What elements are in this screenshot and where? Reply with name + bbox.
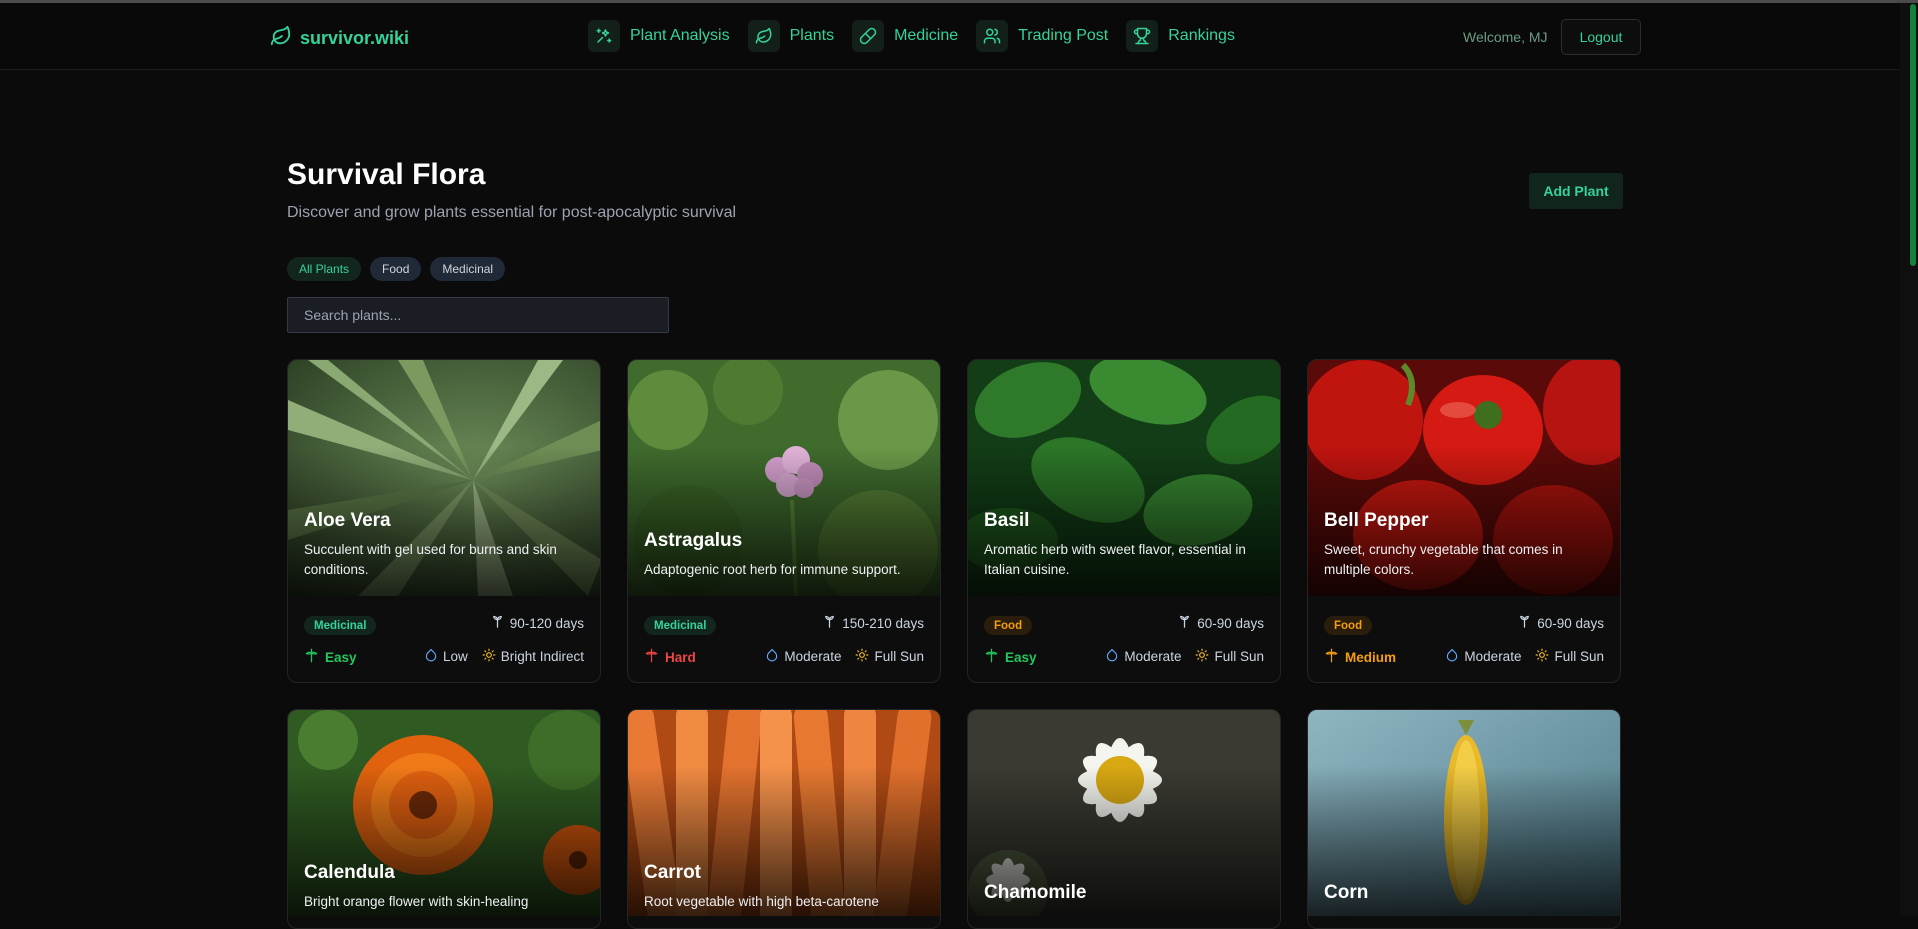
nav-plants[interactable]: Plants [747, 19, 835, 53]
page-title: Survival Flora [287, 158, 486, 191]
sun-icon [1535, 648, 1549, 665]
plant-description: Sweet, crunchy vegetable that comes in m… [1324, 542, 1563, 577]
plant-description: Adaptogenic root herb for immune support… [644, 562, 901, 577]
water-drop-icon [765, 648, 779, 665]
water-drop-icon [1445, 648, 1459, 665]
water-drop-icon [1105, 648, 1119, 665]
water-level: Moderate [1464, 649, 1522, 664]
nav-rankings[interactable]: Rankings [1126, 19, 1235, 53]
nav-plant-analysis[interactable]: Plant Analysis [588, 19, 730, 53]
plant-name: Basil [984, 510, 1030, 531]
nav-trading-post[interactable]: Trading Post [976, 19, 1108, 53]
nav-label: Medicine [894, 27, 959, 44]
plant-description: Aromatic herb with sweet flavor, essenti… [984, 542, 1246, 577]
main-nav: Plant Analysis Plants Medicine Trading P… [588, 19, 1235, 53]
add-plant-button[interactable]: Add Plant [1529, 173, 1623, 209]
sun-requirement: Full Sun [1214, 649, 1264, 664]
plant-name: Corn [1324, 882, 1369, 903]
difficulty-label: Hard [665, 649, 696, 665]
scrollbar-thumb[interactable] [1910, 4, 1916, 266]
search-input[interactable] [287, 297, 669, 333]
filter-all-plants[interactable]: All Plants [287, 257, 362, 281]
plant-card-carrot[interactable]: Carrot Root vegetable with high beta-car… [627, 709, 941, 929]
category-tag: Food [1324, 616, 1373, 635]
brand-name: survivor.wiki [300, 28, 410, 48]
sun-icon [855, 648, 869, 665]
water-level: Low [442, 649, 468, 664]
plant-card-aloe-vera[interactable]: Aloe Vera Succulent with gel used for bu… [287, 359, 601, 683]
pill-icon [852, 20, 885, 52]
filter-medicinal[interactable]: Medicinal [430, 257, 506, 281]
plant-description: Succulent with gel used for burns and sk… [304, 542, 557, 577]
water-level: Moderate [1124, 649, 1182, 664]
sun-icon [482, 648, 496, 665]
difficulty-icon [304, 648, 319, 666]
plant-image: Astragalus Adaptogenic root herb for imm… [628, 360, 940, 596]
plant-card-chamomile[interactable]: Chamomile [967, 709, 1281, 929]
plant-description: Root vegetable with high beta-carotene [644, 894, 879, 909]
logout-button[interactable]: Logout [1561, 19, 1641, 55]
plant-image: Chamomile [968, 710, 1280, 916]
plant-image: Basil Aromatic herb with sweet flavor, e… [968, 360, 1280, 596]
top-navbar: survivor.wiki Plant Analysis Plants Medi… [0, 3, 1900, 70]
plant-card-bell-pepper[interactable]: Bell Pepper Sweet, crunchy vegetable tha… [1307, 359, 1621, 683]
difficulty-icon [984, 648, 999, 666]
sprout-icon [1517, 614, 1532, 632]
plant-name: Aloe Vera [304, 510, 391, 531]
plant-description: Bright orange flower with skin-healing [304, 894, 529, 909]
page-subtitle: Discover and grow plants essential for p… [287, 204, 737, 221]
sprout-icon [490, 614, 505, 632]
trophy-icon [1126, 20, 1159, 52]
plant-card-calendula[interactable]: Calendula Bright orange flower with skin… [287, 709, 601, 929]
leaf-icon [747, 20, 780, 52]
difficulty-icon [644, 648, 659, 666]
grow-time: 90-120 days [509, 615, 584, 631]
users-icon [976, 20, 1009, 52]
welcome-text: Welcome, MJ [1463, 29, 1548, 45]
plant-name: Chamomile [984, 882, 1087, 903]
sprout-icon [1177, 614, 1192, 632]
plant-image: Aloe Vera Succulent with gel used for bu… [288, 360, 600, 596]
difficulty-label: Easy [1005, 649, 1037, 665]
leaf-icon [270, 25, 292, 52]
difficulty-label: Easy [325, 649, 357, 665]
nav-label: Plant Analysis [630, 27, 730, 44]
plant-name: Bell Pepper [1324, 510, 1429, 531]
grow-time: 150-210 days [842, 615, 924, 631]
plant-image: Calendula Bright orange flower with skin… [288, 710, 600, 916]
plant-image: Bell Pepper Sweet, crunchy vegetable tha… [1308, 360, 1620, 596]
sparkles-icon [588, 20, 620, 52]
grow-time: 60-90 days [1197, 615, 1264, 631]
plant-name: Carrot [644, 862, 702, 883]
nav-label: Trading Post [1018, 27, 1109, 44]
category-tag: Medicinal [644, 616, 717, 635]
water-level: Moderate [784, 649, 842, 664]
nav-medicine[interactable]: Medicine [852, 19, 958, 53]
difficulty-icon [1324, 648, 1339, 666]
water-drop-icon [424, 648, 438, 665]
plant-name: Calendula [304, 862, 395, 883]
filter-food[interactable]: Food [370, 257, 422, 281]
category-tag: Medicinal [304, 616, 377, 635]
nav-label: Plants [789, 27, 835, 44]
plant-card-corn[interactable]: Corn [1307, 709, 1621, 929]
grow-time: 60-90 days [1537, 615, 1604, 631]
sun-requirement: Full Sun [874, 649, 924, 664]
difficulty-label: Medium [1345, 649, 1397, 665]
brand-logo-link[interactable]: survivor.wiki [270, 25, 409, 52]
plant-image: Corn [1308, 710, 1620, 916]
sprout-icon [822, 614, 837, 632]
sun-icon [1195, 648, 1209, 665]
plant-name: Astragalus [644, 530, 743, 551]
plant-image: Carrot Root vegetable with high beta-car… [628, 710, 940, 916]
sun-requirement: Full Sun [1554, 649, 1604, 664]
category-tag: Food [984, 616, 1033, 635]
plant-card-basil[interactable]: Basil Aromatic herb with sweet flavor, e… [967, 359, 1281, 683]
category-filters: All Plants Food Medicinal [287, 257, 506, 281]
nav-label: Rankings [1168, 27, 1235, 44]
plant-card-astragalus[interactable]: Astragalus Adaptogenic root herb for imm… [627, 359, 941, 683]
sun-requirement: Bright Indirect [500, 649, 584, 664]
